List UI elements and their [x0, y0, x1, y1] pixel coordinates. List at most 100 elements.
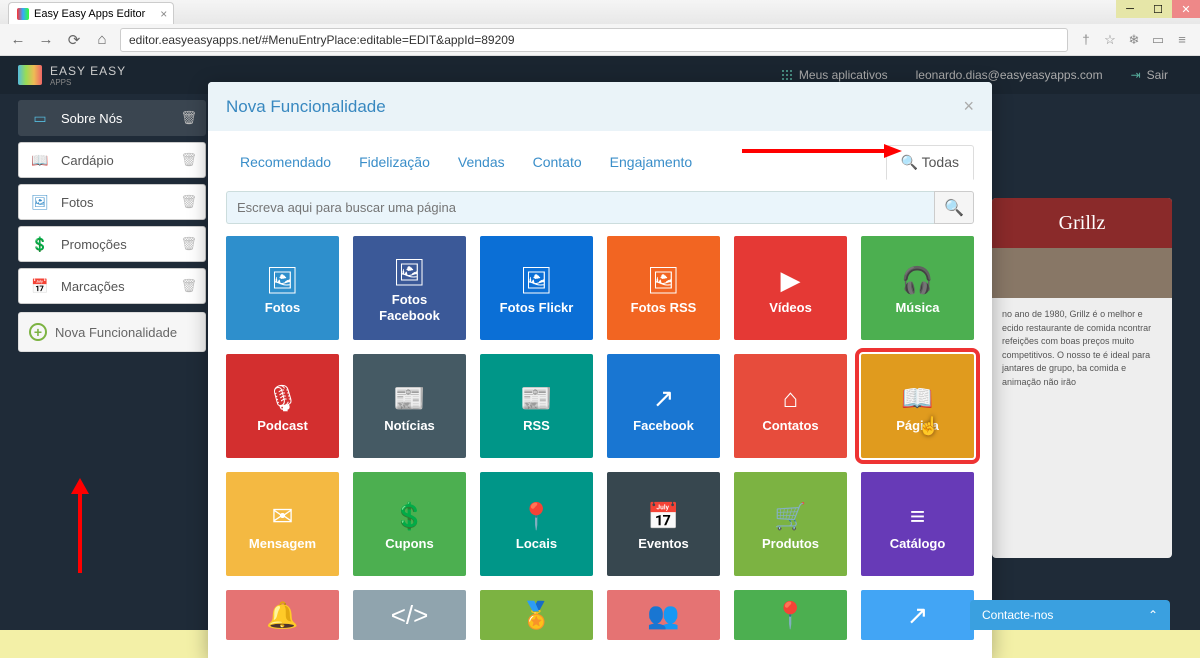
tab-engagement[interactable]: Engajamento [596, 146, 707, 178]
tile-icon: ▶ [781, 260, 801, 300]
search-icon: 🔍 [901, 154, 918, 170]
tile-icon: 🖼 [647, 260, 680, 300]
tab-recommended[interactable]: Recomendado [226, 146, 345, 178]
tile-item-18[interactable]: 🔔 [226, 590, 339, 640]
tile-label: Facebook [633, 418, 694, 434]
trash-icon[interactable]: 🗑 [180, 278, 197, 294]
tab-sales[interactable]: Vendas [444, 146, 519, 178]
trash-icon[interactable]: 🗑 [180, 194, 197, 210]
extension-icon[interactable]: ❄ [1124, 30, 1144, 50]
calendar-icon: 📅 [29, 277, 51, 295]
sidebar-item-promos[interactable]: 💲 Promoções 🗑 [18, 226, 206, 262]
url-input[interactable] [120, 28, 1068, 52]
search-icon: 🔍 [944, 198, 964, 218]
tile-podcast[interactable]: 🎙Podcast [226, 354, 339, 458]
tile-item-23[interactable]: ↗ [861, 590, 974, 640]
browser-tab[interactable]: Easy Easy Apps Editor × [8, 2, 174, 24]
tile-icon: 📍 [520, 496, 552, 536]
tile-icon: 💲 [393, 496, 425, 536]
forward-icon[interactable]: → [36, 30, 56, 50]
tile-página[interactable]: 📖Página [861, 354, 974, 458]
brand-sub: APPS [50, 78, 126, 87]
tile-item-20[interactable]: 🏅 [480, 590, 593, 640]
tile-produtos[interactable]: 🛒Produtos [734, 472, 847, 576]
chevron-up-icon: ⌃ [1148, 608, 1158, 622]
window-maximize[interactable]: ☐ [1144, 0, 1172, 18]
back-icon[interactable]: ← [8, 30, 28, 50]
home-icon[interactable]: ⌂ [92, 30, 112, 50]
trash-icon[interactable]: 🗑 [180, 236, 197, 252]
tile-icon: 🖼 [520, 260, 553, 300]
tile-label: Música [895, 300, 939, 316]
tile-label: Catálogo [890, 536, 946, 552]
tile-icon: 📍 [774, 598, 806, 632]
tile-fotos[interactable]: 🖼Fotos [226, 236, 339, 340]
tile-icon: 👥 [647, 598, 679, 632]
tile-fotos-flickr[interactable]: 🖼Fotos Flickr [480, 236, 593, 340]
search-input[interactable] [226, 191, 934, 224]
browser-tab-bar: Easy Easy Apps Editor × ─ ☐ ✕ [0, 0, 1200, 24]
sidebar-item-about[interactable]: ▭ Sobre Nós 🗑 [18, 100, 206, 136]
window-minimize[interactable]: ─ [1116, 0, 1144, 18]
star-icon[interactable]: ☆ [1100, 30, 1120, 50]
modal-tabs: Recomendado Fidelização Vendas Contato E… [208, 131, 992, 179]
window-controls: ─ ☐ ✕ [1116, 0, 1200, 18]
tile-label: Locais [516, 536, 557, 552]
tile-icon: ↗ [653, 378, 675, 418]
contact-widget[interactable]: Contacte-nos ⌃ [970, 600, 1170, 630]
my-apps-link[interactable]: Meus aplicativos [767, 68, 902, 82]
add-functionality-button[interactable]: + Nova Funcionalidade [18, 312, 206, 352]
tile-label: Produtos [762, 536, 819, 552]
tile-icon: ⌂ [783, 378, 799, 418]
logout-link[interactable]: ⇥ Sair [1117, 68, 1182, 82]
tab-title: Easy Easy Apps Editor [34, 8, 145, 20]
tab-contact[interactable]: Contato [519, 146, 596, 178]
logo[interactable]: EASY EASY APPS [18, 64, 126, 87]
bookmark-icon[interactable]: † [1076, 30, 1096, 50]
tile-fotos-facebook[interactable]: 🖼Fotos Facebook [353, 236, 466, 340]
tile-catálogo[interactable]: ≡Catálogo [861, 472, 974, 576]
tile-vídeos[interactable]: ▶Vídeos [734, 236, 847, 340]
extension2-icon[interactable]: ▭ [1148, 30, 1168, 50]
tile-mensagem[interactable]: ✉Mensagem [226, 472, 339, 576]
tile-notícias[interactable]: 📰Notícias [353, 354, 466, 458]
cursor-icon [918, 416, 938, 440]
tile-icon: 🛒 [774, 496, 806, 536]
tile-label: Fotos Flickr [500, 300, 574, 316]
tab-loyalty[interactable]: Fidelização [345, 146, 444, 178]
tile-item-22[interactable]: 📍 [734, 590, 847, 640]
tile-facebook[interactable]: ↗Facebook [607, 354, 720, 458]
user-email[interactable]: leonardo.dias@easyeasyapps.com [902, 68, 1117, 82]
favicon-icon [17, 8, 29, 20]
tile-locais[interactable]: 📍Locais [480, 472, 593, 576]
sidebar-item-bookings[interactable]: 📅 Marcações 🗑 [18, 268, 206, 304]
tile-icon: 📰 [520, 378, 552, 418]
tile-contatos[interactable]: ⌂Contatos [734, 354, 847, 458]
modal-title: Nova Funcionalidade [226, 97, 386, 117]
open-icon: ▭ [29, 109, 51, 127]
modal-close-icon[interactable]: × [963, 96, 974, 117]
tile-icon: 📖 [901, 378, 933, 418]
new-functionality-modal: Nova Funcionalidade × Recomendado Fideli… [208, 82, 992, 658]
tile-fotos-rss[interactable]: 🖼Fotos RSS [607, 236, 720, 340]
tile-eventos[interactable]: 📅Eventos [607, 472, 720, 576]
window-close[interactable]: ✕ [1172, 0, 1200, 18]
tile-icon: ✉ [272, 496, 294, 536]
logo-icon [18, 65, 42, 85]
tile-cupons[interactable]: 💲Cupons [353, 472, 466, 576]
trash-icon[interactable]: 🗑 [180, 152, 197, 168]
sidebar-item-menu[interactable]: 📖 Cardápio 🗑 [18, 142, 206, 178]
trash-icon[interactable]: 🗑 [180, 110, 197, 126]
tiles-grid: 🖼Fotos🖼Fotos Facebook🖼Fotos Flickr🖼Fotos… [208, 236, 992, 658]
tile-item-21[interactable]: 👥 [607, 590, 720, 640]
tile-música[interactable]: 🎧Música [861, 236, 974, 340]
reload-icon[interactable]: ⟳ [64, 30, 84, 50]
sidebar-item-photos[interactable]: 🖼 Fotos 🗑 [18, 184, 206, 220]
tile-rss[interactable]: 📰RSS [480, 354, 593, 458]
menu-icon[interactable]: ≡ [1172, 30, 1192, 50]
tile-item-19[interactable]: </> [353, 590, 466, 640]
tile-label: RSS [523, 418, 550, 434]
tab-close-icon[interactable]: × [160, 7, 167, 21]
url-bar: ← → ⟳ ⌂ † ☆ ❄ ▭ ≡ [0, 24, 1200, 56]
search-button[interactable]: 🔍 [934, 191, 974, 224]
